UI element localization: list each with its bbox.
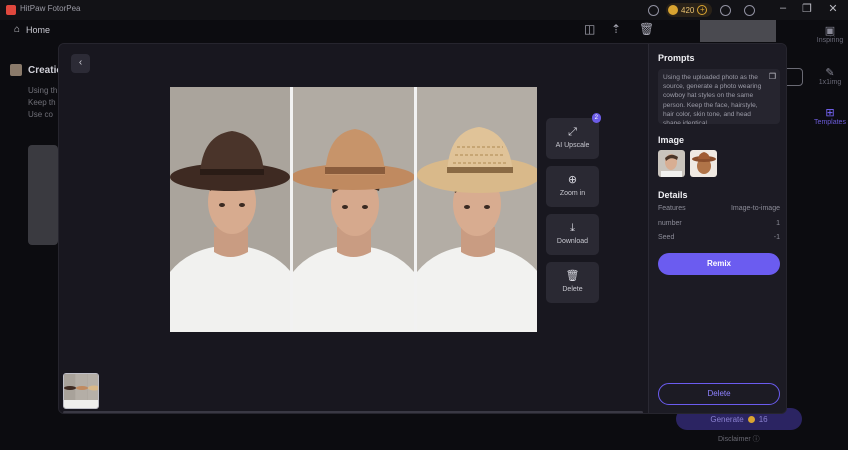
creation-title: Creatio — [10, 64, 62, 76]
disclaimer-link[interactable]: Disclaimer ⓘ — [718, 434, 760, 444]
background-photo — [700, 20, 776, 42]
reference-image-thumbnail[interactable] — [690, 150, 717, 177]
download-button[interactable]: ⤓ Download — [546, 214, 599, 255]
home-icon: ⌂ — [14, 24, 21, 35]
home-nav[interactable]: ⌂ Home — [14, 24, 50, 35]
nav-img[interactable]: ✎ 1x1img — [812, 66, 848, 86]
copy-icon[interactable]: ❐ — [769, 72, 776, 81]
grid-icon: ⊞ — [825, 107, 835, 119]
home-label: Home — [26, 24, 51, 35]
source-image-thumbnail[interactable] — [658, 150, 685, 177]
background-text-line: Use co — [28, 110, 53, 119]
coin-icon — [668, 5, 678, 15]
compare-icon[interactable]: ◫ — [584, 22, 595, 36]
image-actions: 2 ⤢ AI Upscale ⊕ Zoom in ⤓ Download 🗑 De… — [546, 113, 601, 310]
credits-count: 420 — [681, 5, 695, 15]
thumbnail-scrollbar[interactable] — [63, 411, 643, 413]
creation-icon — [10, 64, 22, 76]
account-icon[interactable] — [720, 5, 731, 16]
details-panel: Prompts Using the uploaded photo as the … — [648, 44, 786, 413]
image-heading: Image — [658, 135, 685, 145]
upscale-cost-badge: 2 — [591, 113, 601, 123]
trash-icon[interactable]: 🗑 — [639, 22, 654, 36]
nav-templates[interactable]: ⊞ Templates — [812, 106, 848, 126]
delete-image-button[interactable]: 🗑 Delete — [546, 262, 599, 303]
edit-icon: ✎ — [825, 67, 835, 79]
detail-row-number: number 1 — [658, 220, 780, 227]
image-viewer: ‹ 2 ⤢ AI Upscale ⊕ Zoom in ⤓ Download 🗑 … — [59, 44, 648, 413]
close-icon[interactable]: ✕ — [826, 2, 840, 15]
cowboy-hat-variant — [416, 87, 537, 332]
zoom-in-icon: ⊕ — [567, 174, 578, 186]
result-image[interactable] — [170, 87, 537, 332]
prompt-text: Using the uploaded photo as the source, … — [663, 74, 762, 124]
export-icon[interactable]: ⇡ — [611, 22, 621, 36]
title-bar: HitPaw FotorPea 420 + – ❐ ✕ — [0, 0, 848, 20]
image-icon: ▣ — [824, 25, 836, 37]
back-button[interactable]: ‹ — [71, 54, 90, 73]
trash-icon: 🗑 — [565, 270, 580, 282]
cowboy-hat-variant — [293, 87, 414, 332]
coin-icon — [747, 415, 755, 423]
remix-button[interactable]: Remix — [658, 253, 780, 275]
minimize-icon[interactable]: – — [776, 2, 790, 14]
message-icon[interactable] — [648, 5, 659, 16]
ai-upscale-button[interactable]: 2 ⤢ AI Upscale — [546, 113, 601, 159]
add-credits-icon[interactable]: + — [697, 5, 708, 15]
background-text-line: Keep th — [28, 98, 56, 107]
download-icon: ⤓ — [570, 222, 575, 234]
image-detail-modal: ‹ 2 ⤢ AI Upscale ⊕ Zoom in ⤓ Download 🗑 … — [58, 43, 787, 414]
result-thumbnail[interactable] — [63, 373, 99, 409]
prompts-heading: Prompts — [658, 53, 695, 63]
detail-row-seed: Seed -1 — [658, 234, 780, 241]
detail-row-features: Features Image-to-image — [658, 205, 780, 212]
details-heading: Details — [658, 190, 688, 200]
prompt-box: Using the uploaded photo as the source, … — [658, 69, 780, 124]
restore-icon[interactable]: ❐ — [800, 2, 814, 15]
settings-icon[interactable] — [744, 5, 755, 16]
nav-inspiring[interactable]: ▣ Inspiring — [812, 24, 848, 44]
background-text-line: Using th — [28, 86, 58, 95]
delete-button[interactable]: Delete — [658, 383, 780, 405]
chevron-left-icon: ‹ — [78, 57, 83, 68]
expand-icon: ⤢ — [568, 126, 577, 138]
app-title: HitPaw FotorPea — [20, 4, 81, 13]
app-logo-icon — [6, 5, 16, 15]
cowboy-hat-variant — [170, 87, 291, 332]
background-thumbnail — [28, 145, 58, 245]
credits-badge[interactable]: 420 + — [666, 3, 713, 17]
zoom-in-button[interactable]: ⊕ Zoom in — [546, 166, 599, 207]
